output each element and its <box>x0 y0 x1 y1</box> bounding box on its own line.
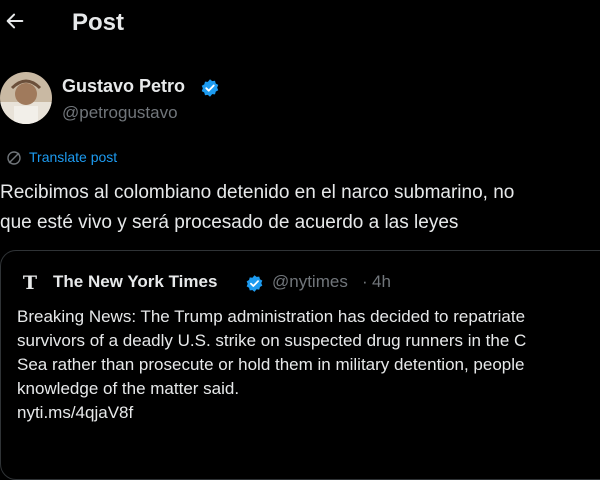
nyt-logo-icon: T <box>18 271 42 295</box>
globe-icon <box>7 151 21 165</box>
post-line: que esté vivo y será procesado de acuerd… <box>0 212 459 233</box>
quoted-separator: · <box>362 272 368 291</box>
quoted-author-handle[interactable]: @nytimes <box>272 272 348 292</box>
top-bar: Post <box>0 0 600 50</box>
verified-badge-icon <box>246 275 263 292</box>
author-name[interactable]: Gustavo Petro <box>62 76 185 97</box>
quoted-post-body: Breaking News: The Trump administration … <box>17 305 600 425</box>
quoted-line: Sea rather than prosecute or hold them i… <box>17 355 525 374</box>
quoted-author-name[interactable]: The New York Times <box>53 272 217 292</box>
translate-post-link[interactable]: Translate post <box>29 149 117 165</box>
avatar[interactable] <box>0 72 52 124</box>
arrow-left-icon[interactable] <box>4 10 26 32</box>
quoted-line: knowledge of the matter said. <box>17 379 240 398</box>
quoted-line: survivors of a deadly U.S. strike on sus… <box>17 331 527 350</box>
verified-badge-icon <box>201 79 219 97</box>
author-handle[interactable]: @petrogustavo <box>62 103 178 123</box>
page-title: Post <box>72 9 125 36</box>
quoted-line: Breaking News: The Trump administration … <box>17 307 526 326</box>
post-line: Recibimos al colombiano detenido en el n… <box>0 182 515 203</box>
svg-text:T: T <box>23 272 37 294</box>
quoted-timestamp[interactable]: 4h <box>372 272 391 292</box>
post-body: Recibimos al colombiano detenido en el n… <box>0 178 600 238</box>
quoted-link[interactable]: nyti.ms/4qjaV8f <box>17 401 600 425</box>
